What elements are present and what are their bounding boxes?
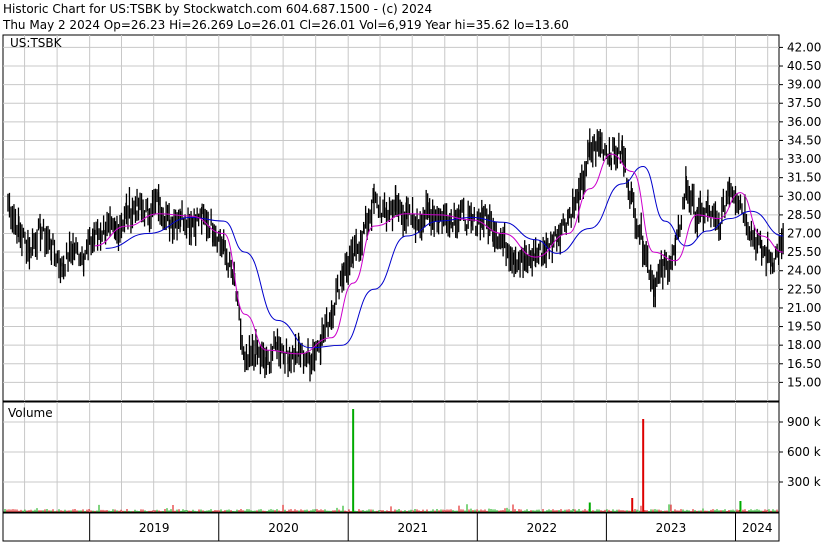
volume-y-tick-label: 900 k <box>787 415 821 429</box>
y-tick-label: 22.50 <box>787 282 821 296</box>
y-tick-label: 33.00 <box>787 152 821 166</box>
y-tick-label: 15.00 <box>787 375 821 389</box>
y-tick-label: 24.00 <box>787 264 821 278</box>
volume-y-tick-label: 600 k <box>787 445 821 459</box>
y-tick-label: 31.50 <box>787 171 821 185</box>
y-tick-label: 42.00 <box>787 40 821 54</box>
y-tick-label: 30.00 <box>787 189 821 203</box>
y-tick-label: 36.00 <box>787 115 821 129</box>
x-tick-label: 2019 <box>139 521 170 535</box>
volume-title: Volume <box>8 406 53 420</box>
x-tick-label: 2022 <box>527 521 558 535</box>
y-tick-label: 19.50 <box>787 320 821 334</box>
y-tick-label: 27.00 <box>787 227 821 241</box>
y-tick-label: 40.50 <box>787 59 821 73</box>
x-tick-label: 2024 <box>742 521 773 535</box>
chart-header-stats: Thu May 2 2024 Op=26.23 Hi=26.269 Lo=26.… <box>2 18 569 32</box>
symbol-label: US:TSBK <box>10 36 63 50</box>
x-tick-label: 2020 <box>268 521 299 535</box>
y-tick-label: 34.50 <box>787 133 821 147</box>
y-tick-label: 28.50 <box>787 208 821 222</box>
stock-chart: Historic Chart for US:TSBK by Stockwatch… <box>2 2 821 542</box>
y-tick-label: 18.00 <box>787 338 821 352</box>
y-tick-label: 16.50 <box>787 357 821 371</box>
price-y-axis: 42.00 40.50 39.00 37.50 36.00 34.50 33.00 31.50… <box>779 40 821 389</box>
volume-panel <box>2 401 780 513</box>
volume-y-tick-label: 300 k <box>787 475 821 489</box>
y-tick-label: 39.00 <box>787 78 821 92</box>
y-tick-label: 37.50 <box>787 96 821 110</box>
chart-header-title: Historic Chart for US:TSBK by Stockwatch… <box>3 2 432 16</box>
x-tick-label: 2021 <box>397 521 428 535</box>
x-tick-label: 2023 <box>656 521 687 535</box>
volume-y-axis: 900 k 600 k 300 k <box>779 415 821 489</box>
y-tick-label: 25.50 <box>787 245 821 259</box>
y-tick-label: 21.00 <box>787 301 821 315</box>
